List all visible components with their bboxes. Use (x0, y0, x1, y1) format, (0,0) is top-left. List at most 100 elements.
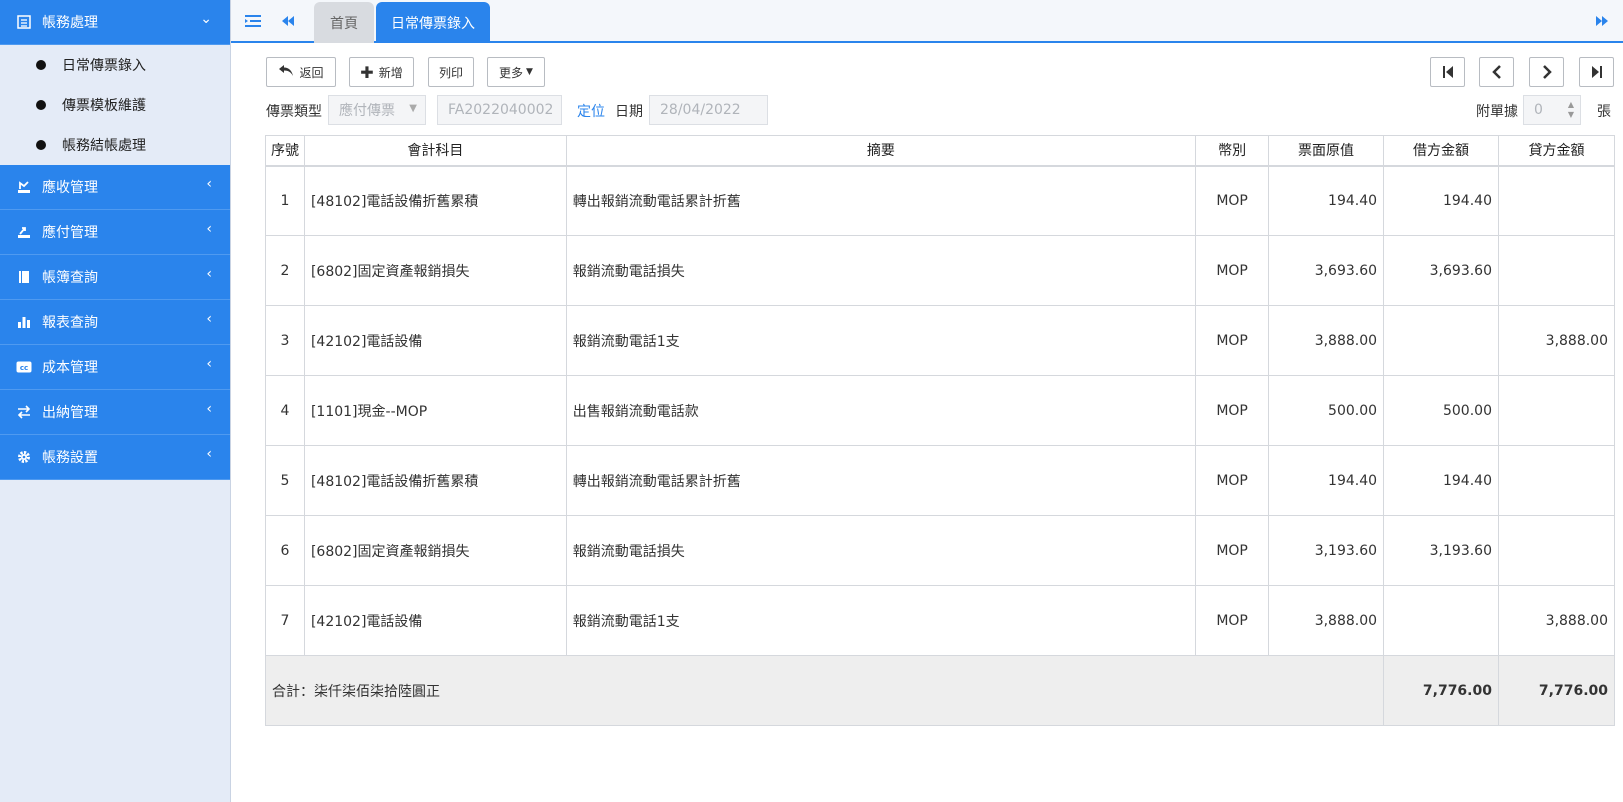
table-cell[interactable]: 194.40 (1383, 445, 1499, 516)
table-cell[interactable]: 3,693.60 (1268, 235, 1385, 306)
table-cell[interactable]: 500.00 (1268, 375, 1385, 446)
table-cell[interactable]: MOP (1195, 585, 1270, 656)
more-button[interactable]: 更多 ▼ (487, 57, 545, 87)
menu-group-ledger[interactable]: 帳簿查詢 ‹ (0, 255, 230, 300)
table-row[interactable]: 1 [48102]電話設備折舊累積 轉出報銷流動電話累計折舊 MOP 194.40 194… (265, 165, 1616, 236)
table-cell[interactable]: MOP (1195, 445, 1270, 516)
locate-link[interactable]: 定位 (577, 101, 605, 121)
table-cell[interactable]: 1 (265, 165, 305, 236)
table-cell[interactable]: 2 (265, 235, 305, 306)
table-cell[interactable] (1497, 375, 1616, 446)
table-row[interactable]: 4 [1101]現金--MOP 出售報銷流動電話款 MOP 500.00 500.00 (265, 375, 1616, 446)
table-cell[interactable]: 報銷流動電話1支 (565, 305, 1197, 376)
table-cell[interactable]: [48102]電話設備折舊累積 (303, 165, 567, 236)
table-cell[interactable]: 報銷流動電話1支 (565, 585, 1197, 656)
table-cell[interactable]: MOP (1195, 235, 1270, 306)
table-cell[interactable]: MOP (1195, 165, 1270, 236)
table-cell[interactable]: MOP (1195, 305, 1270, 376)
table-cell[interactable]: 3,888.00 (1497, 585, 1616, 656)
menu-group-payable[interactable]: 應付管理 ‹ (0, 210, 230, 255)
prev-icon (1491, 65, 1501, 79)
column-header[interactable]: 幣別 (1195, 135, 1270, 167)
table-row[interactable]: 5 [48102]電話設備折舊累積 轉出報銷流動電話累計折舊 MOP 194.40 194… (265, 445, 1616, 516)
tab-scroll-right-icon[interactable] (1595, 13, 1609, 32)
table-cell[interactable]: 500.00 (1383, 375, 1499, 446)
table-cell[interactable]: [6802]固定資產報銷損失 (303, 235, 567, 306)
sidebar-item-voucher-template[interactable]: 傳票模板維護 (0, 85, 230, 125)
first-record-button[interactable] (1430, 57, 1465, 87)
table-cell[interactable]: 194.40 (1268, 165, 1385, 236)
add-button[interactable]: ✚ 新增 (349, 57, 414, 87)
attachment-count-input[interactable]: 0 ▲ ▼ (1523, 95, 1581, 125)
date-field[interactable]: 28/04/2022 (649, 95, 768, 125)
table-cell[interactable] (1497, 235, 1616, 306)
table-cell[interactable]: 7 (265, 585, 305, 656)
column-header[interactable]: 會計科目 (303, 135, 567, 167)
table-cell[interactable]: 報銷流動電話損失 (565, 235, 1197, 306)
svg-text:cc: cc (20, 364, 28, 372)
table-row[interactable]: 6 [6802]固定資產報銷損失 報銷流動電話損失 MOP 3,193.60 3,193.… (265, 515, 1616, 586)
menu-toggle-icon[interactable] (245, 13, 261, 32)
table-cell[interactable] (1383, 585, 1499, 656)
table-cell[interactable]: 轉出報銷流動電話累計折舊 (565, 165, 1197, 236)
column-header[interactable]: 摘要 (565, 135, 1197, 167)
table-cell[interactable]: 報銷流動電話損失 (565, 515, 1197, 586)
table-cell[interactable]: 5 (265, 445, 305, 516)
table-cell[interactable]: [1101]現金--MOP (303, 375, 567, 446)
table-row[interactable]: 2 [6802]固定資產報銷損失 報銷流動電話損失 MOP 3,693.60 3,693.… (265, 235, 1616, 306)
menu-group-settings[interactable]: 帳務設置 ‹ (0, 435, 230, 480)
table-cell[interactable]: [42102]電話設備 (303, 305, 567, 376)
table-cell[interactable]: 3,888.00 (1268, 305, 1385, 376)
table-cell[interactable]: 3,888.00 (1268, 585, 1385, 656)
next-record-button[interactable] (1529, 57, 1564, 87)
menu-group-receivable[interactable]: 應收管理 ‹ (0, 165, 230, 210)
menu-group-label: 應付管理 (42, 225, 98, 241)
table-cell[interactable]: MOP (1195, 375, 1270, 446)
column-header[interactable]: 序號 (265, 135, 305, 167)
list-icon (16, 14, 32, 30)
table-cell[interactable]: 轉出報銷流動電話累計折舊 (565, 445, 1197, 516)
table-cell[interactable]: 3,888.00 (1497, 305, 1616, 376)
gear-icon (16, 449, 32, 465)
table-row[interactable]: 7 [42102]電話設備 報銷流動電話1支 MOP 3,888.00 3,888.00 (265, 585, 1616, 656)
sidebar-item-label: 帳務結帳處理 (62, 138, 146, 154)
menu-group-cashier[interactable]: 出納管理 ‹ (0, 390, 230, 435)
sidebar-item-closing[interactable]: 帳務結帳處理 (0, 125, 230, 165)
table-cell[interactable]: [6802]固定資產報銷損失 (303, 515, 567, 586)
table-cell[interactable]: 3,693.60 (1383, 235, 1499, 306)
table-cell[interactable]: 4 (265, 375, 305, 446)
bullet-icon (36, 100, 46, 110)
table-cell[interactable]: 194.40 (1268, 445, 1385, 516)
table-cell[interactable]: [42102]電話設備 (303, 585, 567, 656)
stepper-icon[interactable]: ▲ ▼ (1568, 100, 1574, 120)
table-cell[interactable] (1497, 515, 1616, 586)
table-cell[interactable]: 3 (265, 305, 305, 376)
table-cell[interactable] (1497, 445, 1616, 516)
print-button[interactable]: 列印 (428, 57, 474, 87)
column-header[interactable]: 票面原值 (1268, 135, 1385, 167)
table-cell[interactable]: MOP (1195, 515, 1270, 586)
menu-group-accounting[interactable]: 帳務處理 ⌄ (0, 0, 230, 45)
back-button[interactable]: 返回 (266, 57, 336, 87)
tab-scroll-left-icon[interactable] (281, 13, 295, 32)
table-cell[interactable]: 3,193.60 (1383, 515, 1499, 586)
table-cell[interactable]: 出售報銷流動電話款 (565, 375, 1197, 446)
prev-record-button[interactable] (1479, 57, 1514, 87)
table-cell[interactable]: 3,193.60 (1268, 515, 1385, 586)
voucher-type-select[interactable]: 應付傳票 ▼ (328, 95, 426, 125)
last-record-button[interactable] (1579, 57, 1614, 87)
menu-group-cost[interactable]: cc 成本管理 ‹ (0, 345, 230, 390)
voucher-number-field[interactable]: FA2022040002 (437, 95, 562, 125)
tab-home[interactable]: 首頁 (314, 2, 374, 43)
table-cell[interactable]: [48102]電話設備折舊累積 (303, 445, 567, 516)
table-cell[interactable] (1383, 305, 1499, 376)
table-cell[interactable] (1497, 165, 1616, 236)
table-cell[interactable]: 6 (265, 515, 305, 586)
column-header[interactable]: 借方金額 (1383, 135, 1499, 167)
column-header[interactable]: 貸方金額 (1497, 135, 1616, 167)
menu-group-reports[interactable]: 報表查詢 ‹ (0, 300, 230, 345)
table-row[interactable]: 3 [42102]電話設備 報銷流動電話1支 MOP 3,888.00 3,888.00 (265, 305, 1616, 376)
table-cell[interactable]: 194.40 (1383, 165, 1499, 236)
sidebar-item-daily-voucher[interactable]: 日常傳票錄入 (0, 45, 230, 85)
tab-daily-voucher[interactable]: 日常傳票錄入 (376, 2, 490, 43)
